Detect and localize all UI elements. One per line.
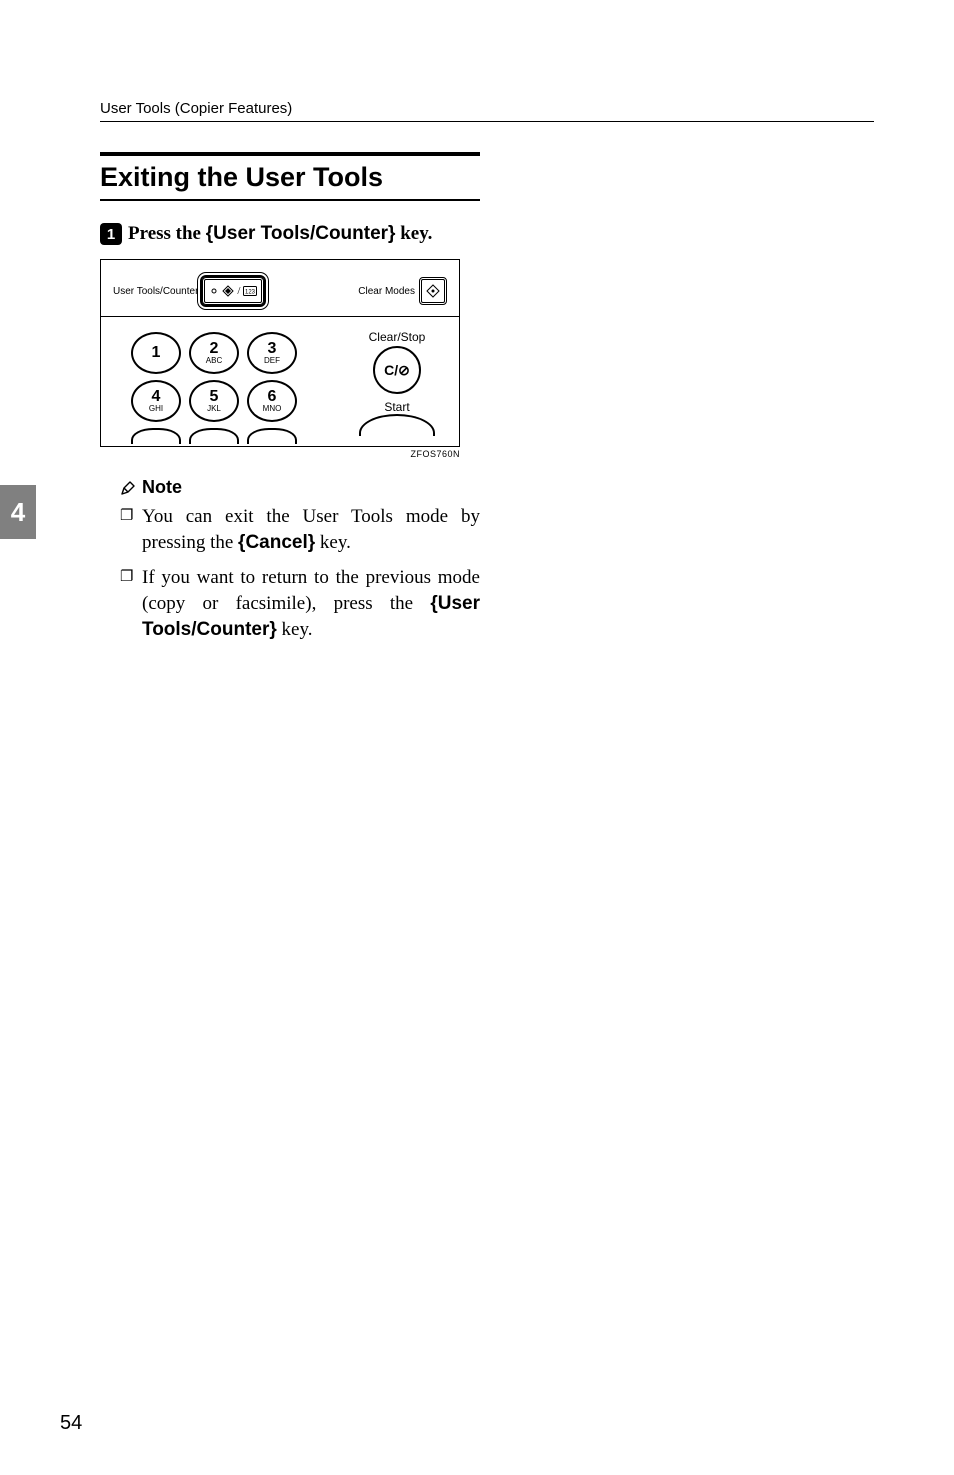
key-4[interactable]: 4GHI [131,380,181,422]
start-button[interactable] [359,414,435,436]
note-heading: Note [120,477,480,498]
page-number: 54 [60,1412,82,1435]
bracket-open-icon: { [430,593,437,614]
step-1: 1 Press the {User Tools/Counter} key. [100,223,480,245]
control-panel-illustration: User Tools/Counter / 123 Clear Modes 1 2… [100,259,460,447]
clear-stop-label: Clear/Stop [347,330,447,344]
key-3-num: 3 [268,341,277,357]
clear-stop-symbol: C/⊘ [384,362,410,379]
step-pre: Press the [128,223,206,244]
key-3[interactable]: 3DEF [247,332,297,374]
chapter-tab: 4 [0,485,36,539]
clear-modes-text: Clear Modes [358,286,415,297]
key-6-num: 6 [268,389,277,405]
key-5-num: 5 [210,389,219,405]
note1-b: key. [315,532,351,553]
control-strip: User Tools/Counter / 123 Clear Modes [113,276,447,306]
page: User Tools (Copier Features) Exiting the… [0,0,954,1475]
note2-b: key. [277,619,313,640]
step-number-badge: 1 [100,223,122,245]
counter-icon: 123 [243,286,257,296]
note-item-1: You can exit the User Tools mode by pres… [120,504,480,555]
dot-icon [209,286,219,296]
slash-icon: / [237,285,240,297]
note-list: You can exit the User Tools mode by pres… [120,504,480,642]
key-row3-1[interactable] [131,428,181,444]
content-column: Exiting the User Tools 1 Press the {User… [100,152,480,642]
key-2-num: 2 [210,341,219,357]
title-rule-bottom [100,199,480,201]
key-5[interactable]: 5JKL [189,380,239,422]
keypad: 1 2ABC 3DEF 4GHI 5JKL 6MNO [131,332,297,470]
clear-modes-icon [426,284,440,298]
key-2[interactable]: 2ABC [189,332,239,374]
bracket-close-icon: } [269,619,276,640]
key-5-sub: JKL [207,405,221,413]
key-6[interactable]: 6MNO [247,380,297,422]
strip-separator [101,316,459,317]
key-4-num: 4 [152,389,161,405]
step-post: key. [395,223,432,244]
user-tools-counter-text: User Tools/Counter [113,286,198,297]
key-row3-3[interactable] [247,428,297,444]
running-header: User Tools (Copier Features) [100,100,874,117]
note-heading-text: Note [142,477,182,498]
start-label: Start [347,400,447,414]
key-1[interactable]: 1 [131,332,181,374]
section-title: Exiting the User Tools [100,162,480,193]
diamond-icon [222,285,234,297]
key-row3-2[interactable] [189,428,239,444]
key-2-sub: ABC [206,357,222,365]
key-4-sub: GHI [149,405,163,413]
header-rule [100,121,874,122]
step-text: Press the {User Tools/Counter} key. [128,223,432,245]
clear-modes-button[interactable] [419,277,447,305]
side-buttons: Clear/Stop C/⊘ Start [347,330,447,436]
key-1-num: 1 [152,345,161,361]
clear-stop-button[interactable]: C/⊘ [373,346,421,394]
cancel-label: Cancel [245,532,307,553]
key-3-sub: DEF [264,357,280,365]
user-tools-counter-button[interactable]: / 123 [202,277,264,305]
title-rule-top [100,152,480,156]
note-item-2: If you want to return to the previous mo… [120,565,480,642]
pencil-icon [120,480,136,496]
user-tools-counter-label: User Tools/Counter [213,223,388,244]
svg-text:123: 123 [245,290,256,296]
key-6-sub: MNO [263,405,282,413]
